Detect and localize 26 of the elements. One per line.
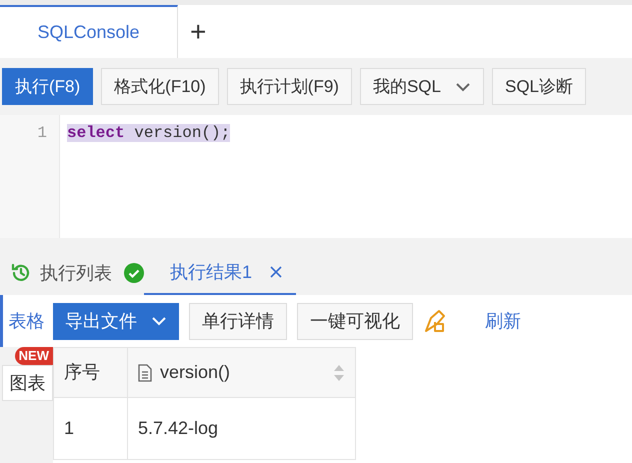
table-cell: 1 [54, 398, 128, 460]
toolbar-button[interactable]: 执行(F8) [2, 68, 94, 105]
chevron-down-icon [455, 82, 471, 92]
refresh-link[interactable]: 刷新 [485, 308, 521, 334]
side-tab[interactable]: 图表 [2, 365, 53, 401]
result-tab[interactable]: 执行列表 [8, 251, 146, 295]
toolbar-button[interactable]: SQL诊断 [492, 68, 586, 105]
editor-tab[interactable]: SQLConsole [0, 5, 178, 58]
toolbar-button[interactable]: 我的SQL [360, 68, 484, 105]
document-icon [138, 364, 152, 382]
add-tab-button[interactable]: + [178, 5, 218, 58]
column-header: version() [128, 348, 356, 398]
chevron-down-icon [151, 316, 167, 326]
history-icon [10, 262, 32, 284]
table-cell: 5.7.42-log [128, 398, 356, 460]
line-number: 1 [37, 123, 47, 143]
export-file-button[interactable]: 导出文件 [53, 302, 179, 340]
sort-icon[interactable] [333, 362, 345, 382]
column-header: 序号 [54, 348, 128, 398]
toolbar-button[interactable]: 一键可视化 [297, 302, 413, 340]
pencil-icon[interactable] [423, 308, 447, 334]
new-badge: NEW [14, 347, 53, 365]
toolbar-button[interactable]: 单行详情 [189, 302, 287, 340]
toolbar-button[interactable]: 执行计划(F9) [226, 68, 352, 105]
toolbar-button[interactable]: 格式化(F10) [101, 68, 219, 105]
close-icon[interactable] [270, 266, 282, 278]
